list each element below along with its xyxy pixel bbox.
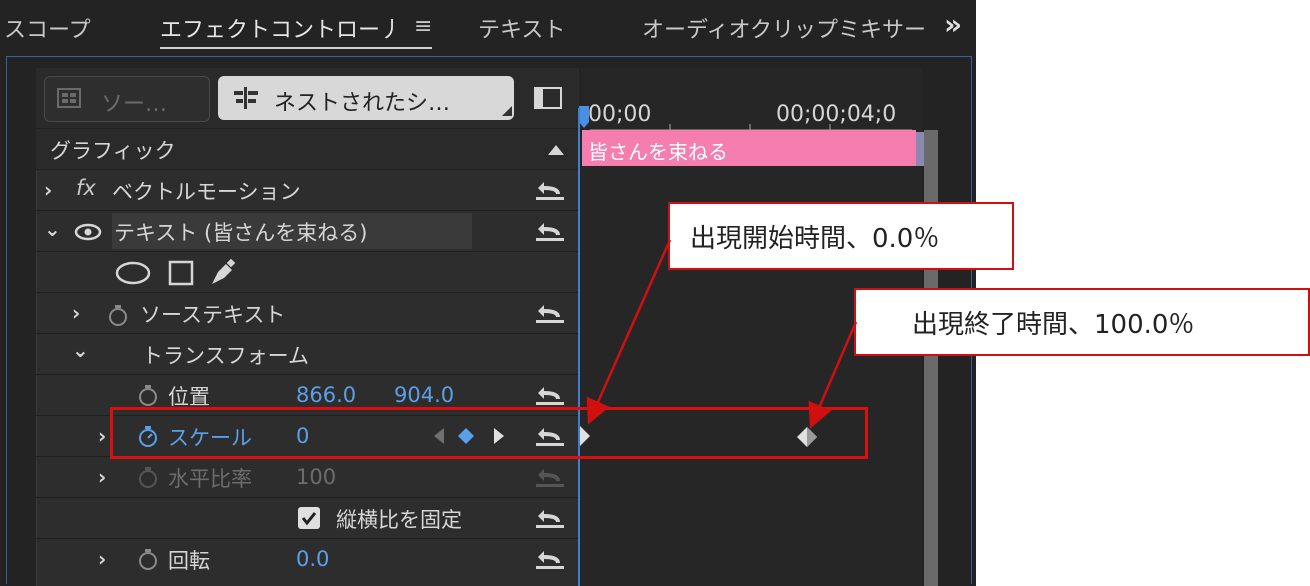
collapse-chevron-icon[interactable]: ⌄ xyxy=(44,217,61,241)
pen-mask-icon[interactable] xyxy=(208,258,238,288)
section-label: グラフィック xyxy=(50,139,176,163)
tab-audio-clip-mixer[interactable]: オーディオクリップミキサー xyxy=(642,12,938,44)
tab-text[interactable]: テキスト xyxy=(478,12,565,44)
expand-chevron-icon[interactable]: › xyxy=(98,465,106,489)
callout-end-text: 出現終了時間、100.0％ xyxy=(912,309,1195,340)
checkmark-icon xyxy=(301,512,317,526)
ellipse-mask-icon[interactable] xyxy=(114,261,152,285)
stopwatch-icon[interactable] xyxy=(136,547,160,571)
collapse-chevron-icon[interactable]: ⌄ xyxy=(72,338,89,362)
dropdown-corner-icon xyxy=(502,106,512,116)
clip-end-handle[interactable] xyxy=(916,132,924,166)
expand-chevron-icon[interactable]: › xyxy=(98,547,106,571)
timeline-clip[interactable]: 皆さんを束ねる xyxy=(582,130,916,166)
section-header-graphic[interactable]: グラフィック xyxy=(36,128,578,169)
reset-icon[interactable] xyxy=(534,178,566,202)
reset-icon[interactable] xyxy=(534,547,566,571)
effect-label: ベクトルモーション xyxy=(112,180,301,204)
toggle-timeline-icon[interactable] xyxy=(533,86,563,110)
active-tab-indicator xyxy=(160,47,432,49)
tab-overflow-icon[interactable]: » xyxy=(944,8,962,41)
clip-label: 皆さんを束ねる xyxy=(588,140,728,164)
callout-start-text: 出現開始時間、0.0％ xyxy=(690,223,940,254)
uniform-scale-checkbox[interactable] xyxy=(298,507,320,529)
reset-icon[interactable] xyxy=(534,506,566,530)
property-row-scale-width: › 水平比率 100 xyxy=(36,456,578,497)
position-y-value[interactable]: 904.0 xyxy=(394,383,454,407)
expand-chevron-icon[interactable]: › xyxy=(44,178,52,202)
playhead-line xyxy=(578,108,580,586)
visibility-eye-icon[interactable] xyxy=(74,223,102,241)
tab-effect-controls[interactable]: エフェクトコントロー丿 xyxy=(160,12,402,44)
callout-end-time: 出現終了時間、100.0％ xyxy=(854,288,1310,356)
property-label: ソーステキスト xyxy=(140,303,286,327)
tab-scopes[interactable]: スコープ xyxy=(4,12,91,44)
property-row-uniform-scale: 縦横比を固定 xyxy=(36,497,578,538)
layer-label: テキスト (皆さんを束ねる) xyxy=(114,221,368,245)
checkbox-label: 縦横比を固定 xyxy=(336,508,462,532)
mask-tools-row xyxy=(36,251,578,292)
fx-badge-icon[interactable]: fx xyxy=(76,176,96,200)
stopwatch-icon[interactable] xyxy=(136,383,160,407)
property-label: 回転 xyxy=(168,549,210,573)
film-icon xyxy=(57,88,81,108)
property-row-source-text[interactable]: › ソーステキスト xyxy=(36,292,578,333)
collapse-up-icon[interactable] xyxy=(548,145,564,155)
playhead-icon[interactable] xyxy=(579,106,591,130)
rotation-value[interactable]: 0.0 xyxy=(296,547,329,571)
group-label: トランスフォーム xyxy=(142,344,309,368)
effect-row-vector-motion[interactable]: › fx ベクトルモーション xyxy=(36,169,578,210)
expand-chevron-icon[interactable]: › xyxy=(98,424,106,448)
source-clip-button[interactable]: ソー… xyxy=(44,76,210,122)
panel-tab-bar: スコープ エフェクトコントロー丿 ≡ テキスト オーディオクリップミキサー » xyxy=(0,0,976,56)
tab-menu-icon[interactable]: ≡ xyxy=(414,14,432,39)
vertical-scrollbar[interactable] xyxy=(924,130,938,586)
position-x-value[interactable]: 866.0 xyxy=(296,383,356,407)
scale-width-value: 100 xyxy=(296,465,337,489)
reset-icon[interactable] xyxy=(534,301,566,325)
rectangle-mask-icon[interactable] xyxy=(168,260,194,286)
reset-icon[interactable] xyxy=(534,219,566,243)
timecode-start: 00;00 xyxy=(588,102,652,127)
effect-controls-panel: スコープ エフェクトコントロー丿 ≡ テキスト オーディオクリップミキサー » … xyxy=(0,0,976,586)
stopwatch-disabled-icon xyxy=(139,467,157,488)
property-label: 水平比率 xyxy=(168,467,252,491)
timecode-end: 00;00;04;0 xyxy=(776,102,897,127)
nested-sequence-icon xyxy=(234,87,258,109)
reset-disabled-icon xyxy=(536,469,564,487)
source-clip-label: ソー… xyxy=(101,92,168,117)
reset-icon[interactable] xyxy=(534,383,566,407)
callout-start-time: 出現開始時間、0.0％ xyxy=(668,202,1014,270)
property-group-transform[interactable]: ⌄ トランスフォーム xyxy=(36,333,578,374)
effect-row-text-layer[interactable]: ⌄ テキスト (皆さんを束ねる) xyxy=(36,210,578,251)
nested-sequence-button[interactable]: ネストされたシ… xyxy=(218,76,514,120)
scale-row-highlight xyxy=(110,407,868,459)
stopwatch-icon[interactable] xyxy=(106,303,130,327)
expand-chevron-icon[interactable]: › xyxy=(72,301,80,325)
nested-sequence-label: ネストされたシ… xyxy=(274,91,451,116)
property-row-rotation[interactable]: › 回転 0.0 xyxy=(36,538,578,579)
